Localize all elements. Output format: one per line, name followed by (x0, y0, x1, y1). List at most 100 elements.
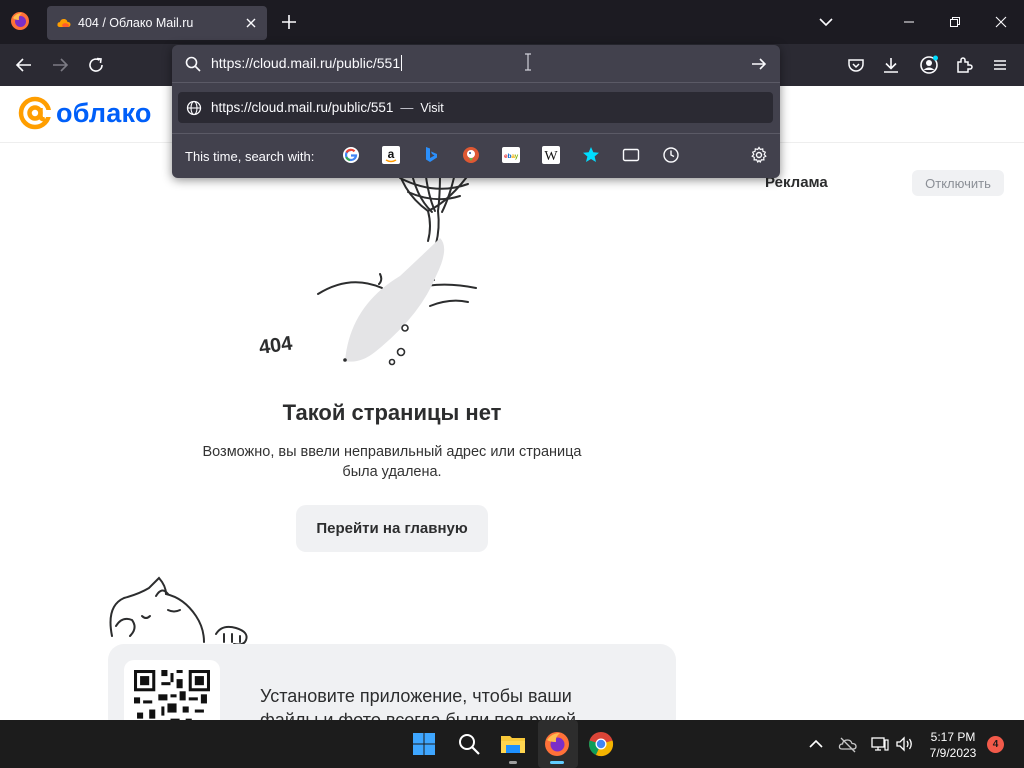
folder-icon (501, 736, 525, 753)
account-button[interactable] (918, 54, 940, 76)
notification-badge[interactable]: 4 (987, 736, 1004, 753)
duckduckgo-icon (463, 147, 479, 163)
search-engine-amazon[interactable]: a (382, 146, 400, 164)
cloud-logo[interactable]: облако (18, 96, 152, 130)
at-sign-logo-icon (18, 96, 52, 130)
close-icon (995, 16, 1007, 28)
promo-text: Установите приложение, чтобы ваши файлы … (260, 686, 577, 720)
suggestion-url: https://cloud.mail.ru/public/551 (211, 100, 394, 115)
arrow-right-icon (53, 58, 69, 72)
url-suggestion-visit[interactable]: https://cloud.mail.ru/public/551 — Visit (178, 92, 773, 123)
search-engine-bing[interactable] (422, 146, 440, 164)
star-bookmark-icon (583, 147, 599, 162)
restore-button[interactable] (932, 0, 978, 44)
suggestion-action: Visit (420, 100, 444, 115)
taskbar-clock[interactable]: 5:17 PM 7/9/2023 (918, 729, 988, 761)
search-engine-ebay[interactable]: e b a y (502, 146, 520, 164)
wikipedia-icon: W (542, 146, 560, 164)
search-with-label: This time, search with: (185, 149, 315, 164)
search-engine-duckduckgo[interactable] (462, 146, 480, 164)
search-icon (459, 734, 480, 755)
web-page: облако Реклама Отключить 404 Такой стран… (0, 86, 1024, 720)
search-engine-wikipedia[interactable]: W (542, 146, 560, 164)
one-off-search-bar: This time, search with: a e b a y W (172, 133, 780, 178)
go-arrow-icon[interactable] (750, 55, 768, 73)
url-input[interactable]: https://cloud.mail.ru/public/551 (211, 55, 403, 71)
tab-active[interactable]: 404 / Облако Mail.ru (47, 6, 267, 40)
reload-button[interactable] (85, 54, 107, 76)
taskbar-search-button[interactable] (455, 730, 483, 758)
error-description: Возможно, вы ввели неправильный адрес ил… (202, 444, 582, 480)
taskbar-chrome[interactable] (587, 730, 615, 758)
logo-text: облако (56, 97, 152, 128)
search-icon (185, 56, 201, 72)
svg-text:y: y (515, 153, 519, 160)
network-icon[interactable] (870, 734, 890, 754)
url-bar[interactable]: https://cloud.mail.ru/public/551 (172, 45, 780, 83)
cloud-favicon-icon (57, 18, 71, 27)
qr-code-icon (134, 670, 210, 720)
search-tabs[interactable] (622, 146, 640, 164)
show-hidden-icons-icon[interactable] (806, 734, 826, 754)
ebay-icon: e b a y (502, 147, 520, 163)
illustration-404-label: 404 (258, 332, 295, 359)
amazon-icon: a (382, 146, 400, 164)
search-settings[interactable] (750, 146, 768, 164)
google-icon (343, 147, 359, 163)
app-menu-button[interactable] (989, 54, 1011, 76)
windows-start-icon (413, 733, 435, 755)
url-bar-dropdown: https://cloud.mail.ru/public/551 https:/… (172, 45, 780, 178)
pocket-button[interactable] (845, 54, 867, 76)
taskbar-firefox[interactable] (543, 730, 571, 764)
account-icon (920, 55, 938, 74)
suggestion-separator: — (400, 100, 414, 115)
taskbar-file-explorer[interactable] (499, 730, 527, 764)
minimize-button[interactable] (886, 0, 932, 44)
extensions-button[interactable] (953, 54, 975, 76)
browser-tab-bar: 404 / Облако Mail.ru (0, 0, 1024, 44)
svg-text:W: W (544, 149, 558, 164)
tabs-icon (622, 148, 640, 162)
onedrive-offline-icon[interactable] (838, 734, 858, 754)
search-bookmarks[interactable] (582, 146, 600, 164)
app-promo-banner: Установите приложение, чтобы ваши файлы … (108, 644, 676, 720)
start-button[interactable] (410, 730, 438, 758)
downloads-button[interactable] (880, 54, 902, 76)
svg-text:a: a (388, 147, 395, 161)
reload-icon (89, 57, 103, 72)
clock-history-icon (663, 147, 679, 163)
download-icon (884, 58, 898, 73)
arrow-left-icon (15, 58, 31, 72)
cat-illustration (109, 576, 248, 646)
globe-icon (186, 100, 202, 115)
search-history[interactable] (662, 146, 680, 164)
disable-ads-button[interactable]: Отключить (912, 170, 1004, 196)
firefox-icon (545, 732, 569, 756)
tab-title: 404 / Облако Mail.ru (78, 16, 194, 30)
chrome-icon (589, 732, 614, 757)
clock-time: 5:17 PM (930, 730, 976, 744)
error-title: Такой страницы нет (282, 400, 502, 425)
clock-date: 7/9/2023 (929, 746, 977, 760)
gear-icon (751, 146, 767, 164)
pocket-icon (848, 59, 864, 72)
search-engine-google[interactable] (342, 146, 360, 164)
windows-taskbar: 5:17 PM 7/9/2023 4 (0, 720, 1024, 768)
forward-button[interactable] (49, 54, 71, 76)
not-found-illustration: 404 (258, 156, 477, 366)
volume-icon[interactable] (894, 734, 914, 754)
puzzle-icon (957, 57, 973, 73)
list-all-tabs-icon[interactable] (818, 15, 834, 29)
minimize-icon (904, 21, 914, 23)
text-cursor-icon (525, 53, 531, 71)
close-window-button[interactable] (978, 0, 1024, 44)
tab-close-icon[interactable] (243, 15, 259, 31)
firefox-menu-icon[interactable] (10, 11, 30, 31)
hamburger-menu-icon (994, 60, 1006, 70)
restore-icon (950, 17, 960, 27)
qr-code[interactable] (124, 660, 220, 720)
new-tab-icon[interactable] (280, 13, 298, 31)
bing-icon (426, 147, 437, 162)
go-home-button[interactable]: Перейти на главную (296, 505, 488, 552)
back-button[interactable] (13, 54, 35, 76)
